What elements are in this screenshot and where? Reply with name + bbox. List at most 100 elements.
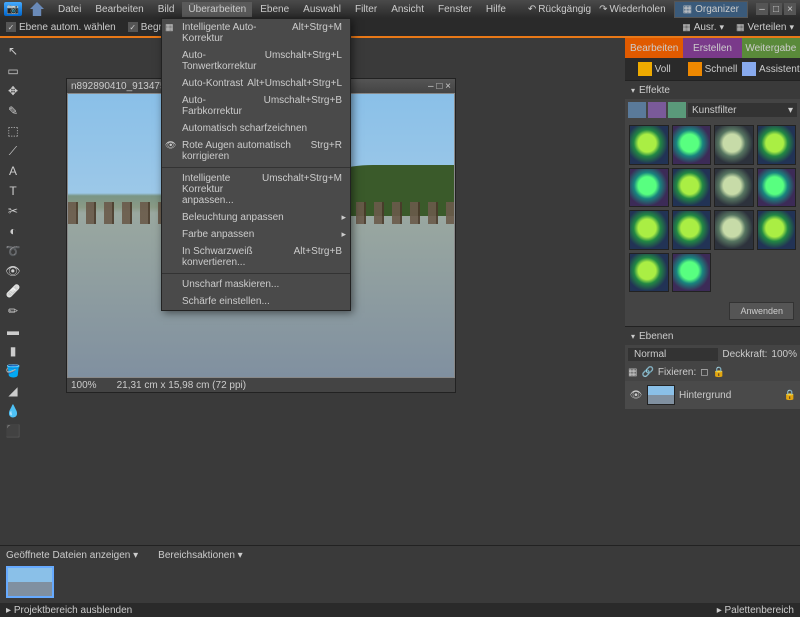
fx-category-2[interactable] (648, 102, 666, 118)
menu-item[interactable]: Auto-KontrastAlt+Umschalt+Strg+L (162, 75, 350, 92)
hide-project-bin[interactable]: ▸ Projektbereich ausblenden (6, 605, 132, 616)
menu-item[interactable]: Rote Augen automatisch korrigierenStrg+R… (162, 137, 350, 165)
mode-voll[interactable]: Voll (625, 58, 683, 80)
menu-item[interactable]: Unscharf maskieren... (162, 276, 350, 293)
align-dropdown[interactable]: ▦ Ausr. ▾ (682, 22, 724, 33)
tool-15[interactable]: ▮ (4, 342, 22, 360)
lock-pixels-icon[interactable]: ◻ (700, 367, 708, 378)
menu-item[interactable]: Automatisch scharfzeichnen (162, 120, 350, 137)
tool-4[interactable]: ⬚ (4, 122, 22, 140)
doc-maximize-button[interactable]: □ (436, 81, 442, 92)
home-icon[interactable] (30, 2, 44, 16)
organizer-button[interactable]: ▦Organizer (674, 1, 748, 18)
effect-thumb[interactable] (757, 210, 797, 250)
lock-label: Fixieren: (658, 367, 696, 378)
zoom-level[interactable]: 100% (71, 380, 97, 391)
tool-10[interactable]: ➰ (4, 242, 22, 260)
opacity-value[interactable]: 100% (771, 349, 797, 360)
menu-filter[interactable]: Filter (349, 2, 383, 17)
menu-item[interactable]: Auto-FarbkorrekturUmschalt+Strg+B (162, 92, 350, 120)
project-thumbnail[interactable] (6, 566, 54, 598)
palette-bin[interactable]: ▸ Palettenbereich (717, 605, 794, 616)
menu-item[interactable]: Intelligente Korrektur anpassen...Umscha… (162, 170, 350, 209)
tool-18[interactable]: 💧 (4, 402, 22, 420)
link-icon[interactable]: 🔗 (641, 367, 653, 378)
fx-category-3[interactable] (668, 102, 686, 118)
tool-11[interactable]: 👁 (4, 262, 22, 280)
tool-0[interactable]: ↖ (4, 42, 22, 60)
fx-category-1[interactable] (628, 102, 646, 118)
effect-thumb[interactable] (714, 210, 754, 250)
effect-thumb[interactable] (629, 125, 669, 165)
doc-minimize-button[interactable]: – (428, 81, 434, 92)
effect-thumb[interactable] (672, 210, 712, 250)
menu-datei[interactable]: Datei (52, 2, 87, 17)
tool-3[interactable]: ✎ (4, 102, 22, 120)
effect-thumb[interactable] (757, 125, 797, 165)
effect-thumb[interactable] (757, 168, 797, 208)
menu-fenster[interactable]: Fenster (432, 2, 478, 17)
effects-panel-header[interactable]: Effekte (625, 81, 800, 99)
effect-thumb[interactable] (672, 253, 712, 293)
tool-7[interactable]: T (4, 182, 22, 200)
menu-bearbeiten[interactable]: Bearbeiten (89, 2, 149, 17)
tool-17[interactable]: ◢ (4, 382, 22, 400)
apply-button[interactable]: Anwenden (729, 302, 794, 320)
tool-9[interactable]: ◐ (4, 222, 22, 240)
layer-name[interactable]: Hintergrund (679, 390, 731, 401)
tool-12[interactable]: 🩹 (4, 282, 22, 300)
mode-assistent[interactable]: Assistent (742, 58, 800, 80)
tool-13[interactable]: ✏ (4, 302, 22, 320)
redo-button[interactable]: ↷Wiederholen (599, 4, 666, 15)
tool-5[interactable]: ⟋ (4, 142, 22, 160)
doc-close-button[interactable]: × (445, 81, 451, 92)
menu-ueberarbeiten[interactable]: Überarbeiten (182, 2, 252, 17)
effect-thumb[interactable] (714, 168, 754, 208)
layers-panel-header[interactable]: Ebenen (625, 327, 800, 345)
menu-bild[interactable]: Bild (152, 2, 181, 17)
tool-14[interactable]: ▬ (4, 322, 22, 340)
auto-select-layer-checkbox[interactable]: ✓Ebene autom. wählen (6, 22, 116, 33)
bin-actions[interactable]: Bereichsaktionen ▾ (158, 550, 243, 561)
effect-thumb[interactable] (629, 210, 669, 250)
menu-item[interactable]: Intelligente Auto-KorrekturAlt+Strg+M▦ (162, 19, 350, 47)
show-open-files[interactable]: Geöffnete Dateien anzeigen ▾ (6, 550, 138, 561)
effect-thumb[interactable] (629, 253, 669, 293)
menu-item[interactable]: Schärfe einstellen... (162, 293, 350, 310)
lock-all-icon[interactable]: 🔒 (713, 367, 725, 378)
tab-weitergabe[interactable]: Weitergabe (742, 38, 800, 58)
menu-item[interactable]: Beleuchtung anpassen (162, 209, 350, 226)
menu-item[interactable]: Auto-TonwertkorrekturUmschalt+Strg+L (162, 47, 350, 75)
menu-item[interactable]: In Schwarzweiß konvertieren...Alt+Strg+B (162, 243, 350, 271)
mode-schnell[interactable]: Schnell (683, 58, 741, 80)
menu-ansicht[interactable]: Ansicht (385, 2, 430, 17)
effect-thumb[interactable] (672, 125, 712, 165)
tool-8[interactable]: ✂ (4, 202, 22, 220)
minimize-button[interactable]: – (756, 3, 768, 15)
visibility-toggle[interactable]: 👁 (629, 388, 643, 402)
tool-2[interactable]: ✥ (4, 82, 22, 100)
tool-6[interactable]: A (4, 162, 22, 180)
layer-row-background[interactable]: 👁 Hintergrund 🔒 (625, 381, 800, 409)
fx-filter-select[interactable]: Kunstfilter▾ (688, 103, 797, 117)
undo-button[interactable]: ↶Rückgängig (528, 4, 591, 15)
menu-hilfe[interactable]: Hilfe (480, 2, 512, 17)
effect-thumb[interactable] (714, 125, 754, 165)
menu-auswahl[interactable]: Auswahl (297, 2, 347, 17)
blend-mode-select[interactable]: Normal (628, 348, 718, 361)
maximize-button[interactable]: □ (770, 3, 782, 15)
tab-erstellen[interactable]: Erstellen (683, 38, 741, 58)
menu-item[interactable]: Farbe anpassen (162, 226, 350, 243)
tool-1[interactable]: ▭ (4, 62, 22, 80)
redo-icon: ↷ (599, 4, 607, 15)
close-button[interactable]: × (784, 3, 796, 15)
lock-icon: 🔒 (784, 390, 796, 401)
effect-thumb[interactable] (629, 168, 669, 208)
tool-19[interactable]: ⬛ (4, 422, 22, 440)
distribute-dropdown[interactable]: ▦ Verteilen ▾ (736, 22, 794, 33)
menu-ebene[interactable]: Ebene (254, 2, 295, 17)
effect-thumb[interactable] (672, 168, 712, 208)
tab-bearbeiten[interactable]: Bearbeiten (625, 38, 683, 58)
lock-icon[interactable]: ▦ (628, 367, 637, 378)
tool-16[interactable]: 🪣 (4, 362, 22, 380)
